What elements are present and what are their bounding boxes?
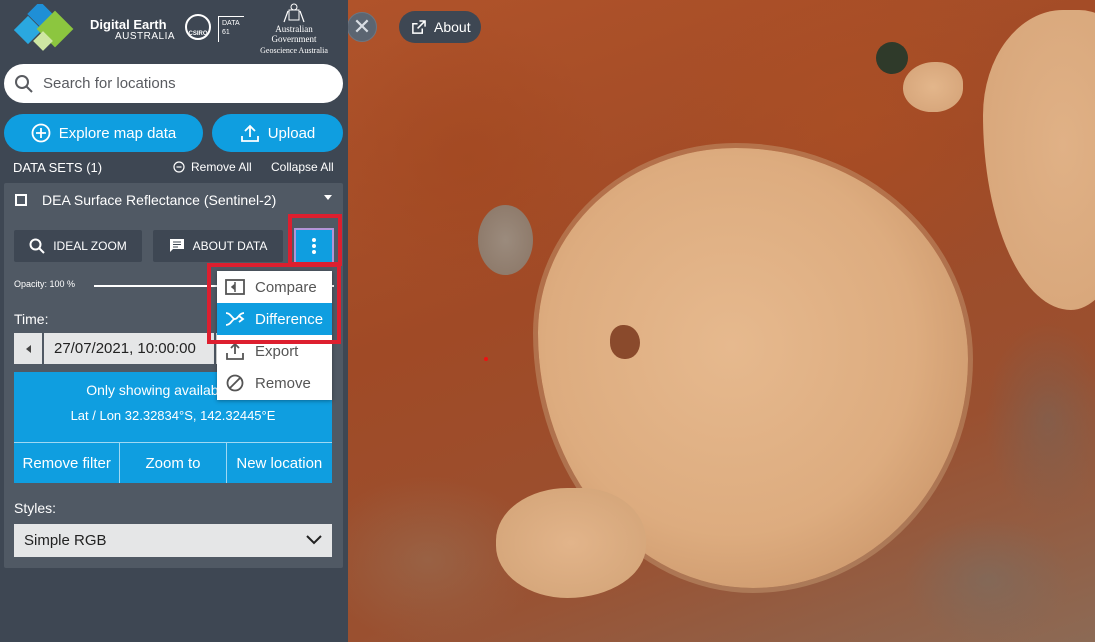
remove-all-label: Remove All <box>191 160 252 174</box>
explore-map-data-button[interactable]: Explore map data <box>4 114 203 152</box>
datasets-header: DATA SETS (1) Remove All Collapse All <box>13 160 335 176</box>
upload-icon <box>240 124 259 142</box>
search-icon <box>15 74 33 93</box>
ideal-zoom-label: IDEAL ZOOM <box>53 239 127 253</box>
coat-of-arms-icon <box>283 3 305 23</box>
menu-item-difference[interactable]: Difference <box>217 303 332 335</box>
upload-label: Upload <box>267 124 316 142</box>
caret-left-icon <box>25 344 31 353</box>
csiro-text: CSIRO <box>188 31 208 37</box>
filter-coordinates: Lat / Lon 32.32834°S, 142.32445°E <box>70 408 276 423</box>
map-view[interactable] <box>348 0 1095 642</box>
datasets-title: DATA SETS (1) <box>13 160 103 175</box>
lake-small-top <box>903 62 963 112</box>
more-options-button[interactable] <box>294 228 334 264</box>
time-previous-button[interactable] <box>14 333 42 364</box>
brand-subtitle: AUSTRALIA <box>115 31 176 42</box>
data61-line2: 61 <box>222 29 230 36</box>
menu-item-compare[interactable]: Compare <box>217 271 332 303</box>
lake-top-right <box>983 10 1095 310</box>
upload-button[interactable]: Upload <box>212 114 343 152</box>
styles-select[interactable]: Simple RGB <box>14 524 332 557</box>
more-options-menu: Compare Difference Export Remove <box>217 271 332 400</box>
ideal-zoom-button[interactable]: IDEAL ZOOM <box>14 230 142 262</box>
australian-government-logo: Australian Government Geoscience Austral… <box>252 2 336 56</box>
about-data-label: ABOUT DATA <box>192 239 268 253</box>
about-label: About <box>434 19 471 35</box>
chevron-down-icon[interactable] <box>324 195 332 200</box>
filter-actions: Remove filter Zoom to New location <box>14 442 332 483</box>
data61-line1: DATA <box>222 20 240 27</box>
minus-circle-icon <box>173 161 185 173</box>
explore-label: Explore map data <box>58 124 177 142</box>
lake-island <box>610 325 640 359</box>
dataset-visibility-checkbox[interactable] <box>15 194 27 206</box>
styles-label: Styles: <box>14 500 57 516</box>
close-icon[interactable]: ✕ <box>347 12 377 42</box>
brand-title: Digital Earth <box>90 17 167 32</box>
collapse-all-button[interactable]: Collapse All <box>271 160 334 174</box>
compare-icon <box>225 279 245 295</box>
external-link-icon <box>412 19 426 34</box>
dea-logo[interactable] <box>14 4 82 54</box>
menu-item-remove[interactable]: Remove <box>217 367 332 399</box>
comment-icon <box>169 239 184 252</box>
menu-item-label: Export <box>255 342 299 360</box>
plus-circle-icon <box>31 123 51 143</box>
csiro-logo: CSIRO <box>185 14 211 40</box>
about-data-button[interactable]: ABOUT DATA <box>153 230 283 262</box>
menu-item-export[interactable]: Export <box>217 335 332 367</box>
chevron-down-icon <box>306 535 322 545</box>
zoom-to-button[interactable]: Zoom to <box>119 443 225 483</box>
remove-filter-button[interactable]: Remove filter <box>14 443 119 483</box>
location-marker[interactable] <box>484 357 488 361</box>
time-label: Time: <box>14 311 49 327</box>
new-location-button[interactable]: New location <box>225 443 332 483</box>
dataset-header[interactable]: DEA Surface Reflectance (Sentinel-2) <box>4 183 343 215</box>
search-input[interactable] <box>43 75 323 92</box>
data61-logo: DATA 61 <box>218 16 244 42</box>
dark-vegetation-patch <box>876 42 908 74</box>
styles-select-value: Simple RGB <box>24 532 107 549</box>
more-vertical-icon <box>312 238 316 254</box>
remove-icon <box>226 374 244 392</box>
menu-item-label: Remove <box>255 374 311 392</box>
gov-name: Australian Government <box>271 24 317 44</box>
dataset-title: DEA Surface Reflectance (Sentinel-2) <box>42 192 277 208</box>
opacity-label: Opacity: 100 % <box>14 279 76 289</box>
menu-item-label: Compare <box>255 278 317 296</box>
menu-item-label: Difference <box>255 310 324 328</box>
time-selector[interactable]: 27/07/2021, 10:00:00 <box>44 333 214 364</box>
search-box[interactable] <box>4 64 343 103</box>
export-icon <box>226 342 244 360</box>
remove-all-button[interactable]: Remove All <box>173 160 252 174</box>
gov-department: Geoscience Australia <box>260 46 328 55</box>
brand-header: Digital Earth AUSTRALIA CSIRO DATA 61 Au… <box>0 0 348 56</box>
lake-bottom-left <box>496 488 646 598</box>
zoom-icon <box>29 238 45 254</box>
lake-left-grey <box>478 205 533 275</box>
about-button[interactable]: About <box>399 11 481 43</box>
difference-icon <box>225 312 245 326</box>
